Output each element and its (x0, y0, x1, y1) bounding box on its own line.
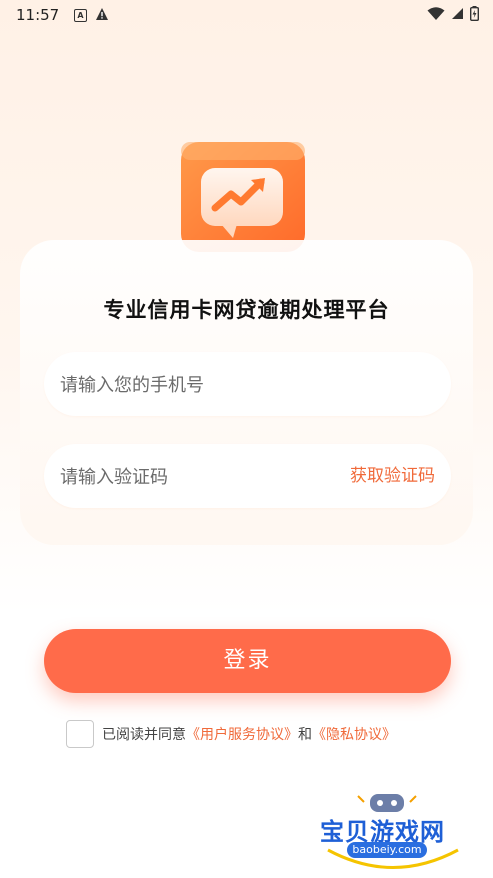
code-input[interactable] (58, 444, 322, 510)
phone-input[interactable] (58, 352, 322, 418)
agreement-row: 已阅读并同意 《用户服务协议》 和 《隐私协议》 (66, 720, 396, 748)
wifi-icon (427, 6, 445, 20)
status-bar: 11:57 A (0, 0, 493, 32)
status-time: 11:57 (16, 6, 60, 24)
get-code-button[interactable]: 获取验证码 (350, 444, 435, 508)
battery-icon (470, 6, 479, 21)
agreement-checkbox[interactable] (66, 720, 94, 748)
phone-field (44, 352, 451, 418)
code-field: 获取验证码 (44, 444, 451, 510)
watermark-url: baobeiy.com (347, 842, 427, 858)
status-right (427, 6, 479, 21)
signal-icon (452, 8, 463, 19)
agreement-prefix: 已阅读并同意 (102, 727, 186, 743)
warning-icon (96, 8, 108, 20)
user-agreement-link[interactable]: 《用户服务协议》 (186, 724, 298, 744)
agreement-and: 和 (298, 727, 312, 743)
a-box-icon: A (74, 9, 87, 22)
page-title: 专业信用卡网贷逾期处理平台 (103, 298, 390, 322)
login-button[interactable]: 登录 (44, 629, 451, 693)
privacy-policy-link[interactable]: 《隐私协议》 (312, 724, 396, 744)
